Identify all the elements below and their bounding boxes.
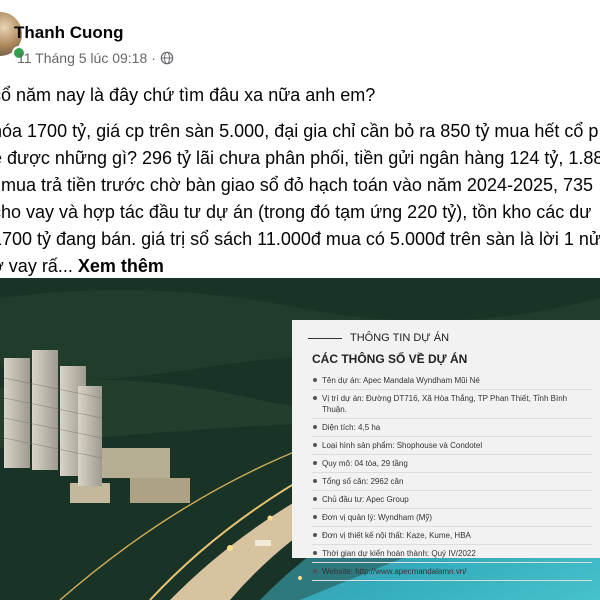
post-text-line: ề được những gì? 296 tỷ lãi chưa phân ph… (0, 148, 600, 168)
post-text-line: cổ năm nay là đây chứ tìm đâu xa nữa anh… (0, 85, 376, 105)
post-text: cổ năm nay là đây chứ tìm đâu xa nữa anh… (0, 82, 600, 280)
spec-item: Website: http://www.apecmandalamn.vn/ (312, 563, 592, 581)
spec-item: Loại hình sản phẩm: Shophouse và Condote… (312, 437, 592, 455)
spec-item: Vị trí dự án: Đường DT716, Xã Hòa Thắng,… (312, 390, 592, 419)
post-text-line-last: ợ vay rấ... Xem thêm (0, 253, 600, 280)
spec-item: Đơn vị thiết kế nội thất: Kaze, Kume, HB… (312, 527, 592, 545)
spec-item: Thời gian dự kiến hoàn thành: Quý IV/202… (312, 545, 592, 563)
post-text-line: hóa 1700 tỷ, giá cp trên sàn 5.000, đại … (0, 121, 599, 141)
post-text-line: 1700 tỷ đang bán. giá trị sổ sách 11.000… (0, 229, 600, 249)
spec-item: Quy mô: 04 tòa, 29 tầng (312, 455, 592, 473)
post-text-line: cho vay và hợp tác đầu tư dự án (trong đ… (0, 202, 592, 222)
panel-header-text: THÔNG TIN DỰ ÁN (350, 332, 450, 344)
project-info-panel: THÔNG TIN DỰ ÁN CÁC THÔNG SỐ VỀ DỰ ÁN Tê… (292, 320, 600, 581)
header-rule (308, 337, 342, 339)
spec-item: Chủ đầu tư: Apec Group (312, 491, 592, 509)
post-text-truncated: ợ vay rấ... (0, 256, 73, 276)
spec-item: Tổng số căn: 2962 căn (312, 473, 592, 491)
panel-spec-list: Tên dự án: Apec Mandala Wyndham Mũi Né V… (312, 372, 600, 581)
spec-item: Tên dự án: Apec Mandala Wyndham Mũi Né (312, 372, 592, 390)
post-image[interactable]: THÔNG TIN DỰ ÁN CÁC THÔNG SỐ VỀ DỰ ÁN Tê… (0, 278, 600, 600)
spec-item: Diện tích: 4,5 ha (312, 419, 592, 437)
globe-icon[interactable] (160, 51, 174, 65)
post-timestamp[interactable]: 11 Tháng 5 lúc 09:18 (17, 50, 147, 66)
panel-header: THÔNG TIN DỰ ÁN (308, 332, 600, 344)
see-more-link[interactable]: Xem thêm (78, 256, 164, 276)
post-meta: 11 Tháng 5 lúc 09:18 · (17, 50, 174, 66)
spec-item: Đơn vị quản lý: Wyndham (Mỹ) (312, 509, 592, 527)
post-author-name[interactable]: Thanh Cuong (14, 23, 124, 43)
meta-separator: · (151, 50, 156, 66)
post-text-line: i mua trả tiền trước chờ bàn giao sổ đỏ … (0, 175, 594, 195)
panel-title: CÁC THÔNG SỐ VỀ DỰ ÁN (312, 352, 468, 366)
